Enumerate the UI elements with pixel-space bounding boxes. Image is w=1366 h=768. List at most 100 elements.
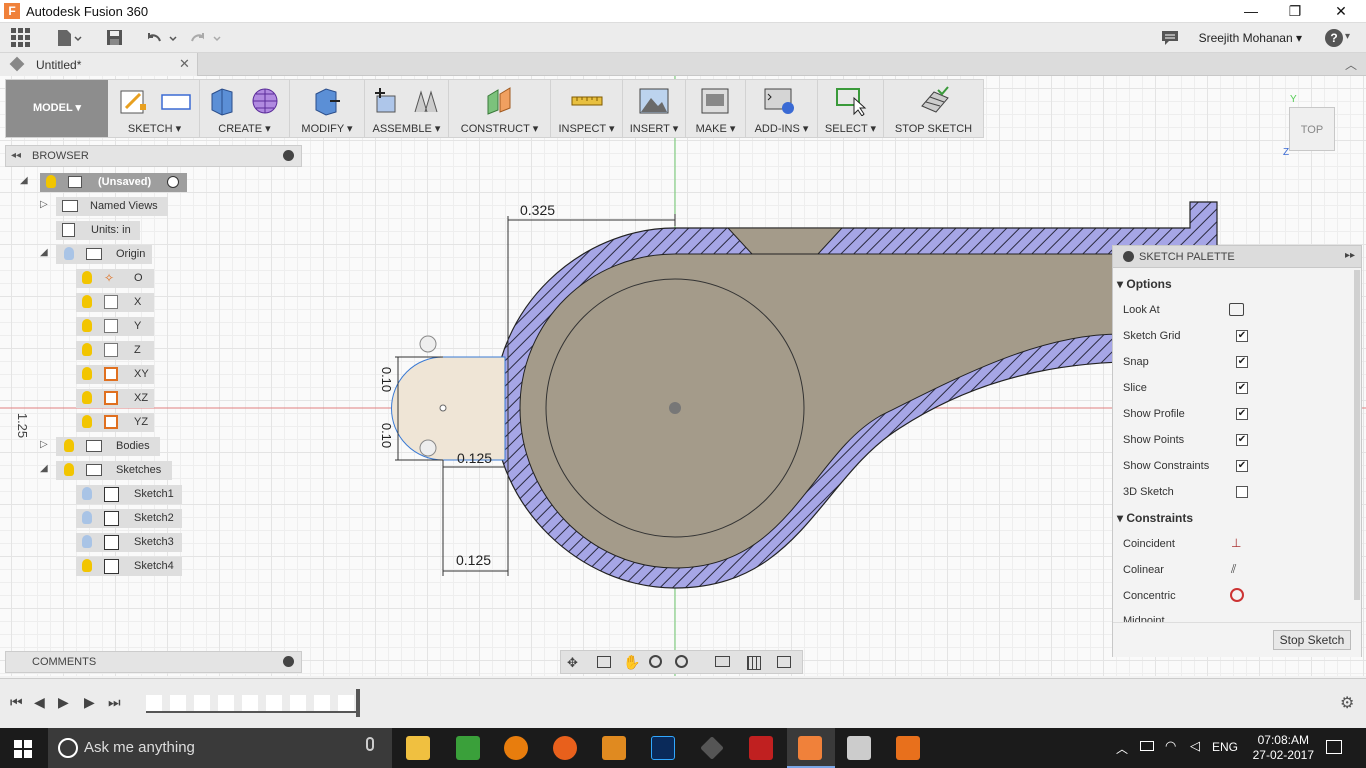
snap-checkbox[interactable]: ✔ xyxy=(1236,356,1248,368)
slice-checkbox[interactable]: ✔ xyxy=(1236,382,1248,394)
palette-minimize-icon[interactable] xyxy=(1123,251,1134,262)
sketch-menu[interactable]: SKETCH ▾ xyxy=(110,80,200,137)
step-back-icon[interactable]: ◀ xyxy=(34,694,45,711)
visibility-bulb-icon[interactable] xyxy=(82,559,92,572)
colinear-icon[interactable]: ⫽ xyxy=(1231,562,1236,577)
tree-row-z-axis[interactable]: Z xyxy=(0,339,300,361)
palette-scrollbar[interactable] xyxy=(1354,270,1360,600)
viewports-icon[interactable] xyxy=(777,656,791,668)
tree-row-xy-plane[interactable]: XY xyxy=(0,363,300,385)
red-app-icon[interactable] xyxy=(749,736,773,760)
concentric-icon[interactable] xyxy=(1230,588,1244,602)
visibility-bulb-icon[interactable] xyxy=(82,391,92,404)
timeline-settings-gear-icon[interactable]: ⚙ xyxy=(1340,693,1354,713)
extrude-icon[interactable] xyxy=(208,86,238,116)
tree-row-sketch3[interactable]: Sketch3 xyxy=(0,531,300,553)
visibility-bulb-icon[interactable] xyxy=(82,415,92,428)
create-sketch-icon[interactable] xyxy=(118,86,148,116)
timeline-marker[interactable] xyxy=(356,689,360,717)
browser-panel-header[interactable]: ◂◂ BROWSER xyxy=(5,145,302,167)
microphone-icon[interactable] xyxy=(366,737,374,751)
look-at-icon[interactable] xyxy=(597,656,611,668)
constraints-section-header[interactable]: ▾ Constraints xyxy=(1117,511,1193,525)
show-constraints-checkbox[interactable]: ✔ xyxy=(1236,460,1248,472)
inkscape-icon[interactable] xyxy=(700,736,724,760)
palette-expand-icon[interactable]: ▸▸ xyxy=(1345,250,1355,261)
tree-row-sketch4[interactable]: Sketch4 xyxy=(0,555,300,577)
activate-radio-icon[interactable] xyxy=(167,176,179,188)
firefox-icon[interactable] xyxy=(553,736,577,760)
tree-row-sketch2[interactable]: Sketch2 xyxy=(0,507,300,529)
show-profile-checkbox[interactable]: ✔ xyxy=(1236,408,1248,420)
help-dropdown-icon[interactable]: ▾ xyxy=(1345,31,1350,42)
file-menu-icon[interactable] xyxy=(56,29,82,52)
go-to-end-icon[interactable]: ⏭ xyxy=(108,694,121,711)
visibility-bulb-icon[interactable] xyxy=(46,175,56,188)
dimension-0-125-mid[interactable]: 0.125 xyxy=(457,450,492,466)
go-to-start-icon[interactable]: ⏮ xyxy=(10,694,23,711)
job-status-icon[interactable] xyxy=(1161,30,1179,49)
rounded-tip-profile[interactable] xyxy=(391,356,506,461)
expand-arrow-icon[interactable]: ▷ xyxy=(40,199,48,210)
visibility-bulb-icon[interactable] xyxy=(82,511,92,524)
stop-sketch-tool[interactable]: STOP SKETCH xyxy=(884,80,983,137)
options-section-header[interactable]: ▾ Options xyxy=(1117,277,1172,291)
visibility-bulb-icon[interactable] xyxy=(64,439,74,452)
coincident-icon[interactable]: ⊥ xyxy=(1231,536,1241,550)
offset-plane-icon[interactable] xyxy=(484,86,514,116)
show-points-checkbox[interactable]: ✔ xyxy=(1236,434,1248,446)
select-cursor-icon[interactable] xyxy=(836,86,867,117)
pan-hand-icon[interactable]: ✋ xyxy=(623,654,640,671)
visibility-bulb-icon[interactable] xyxy=(82,271,92,284)
visibility-bulb-icon[interactable] xyxy=(82,343,92,356)
tree-row-bodies[interactable]: ▷ Bodies xyxy=(0,435,300,457)
inspect-menu[interactable]: INSPECT ▾ xyxy=(551,80,623,137)
construct-menu[interactable]: CONSTRUCT ▾ xyxy=(449,80,551,137)
visibility-bulb-icon[interactable] xyxy=(82,295,92,308)
make-menu[interactable]: MAKE ▾ xyxy=(686,80,746,137)
add-ins-menu[interactable]: ADD-INS ▾ xyxy=(746,80,818,137)
undo-icon[interactable] xyxy=(146,29,178,52)
help-icon[interactable]: ? xyxy=(1325,29,1343,47)
stop-sketch-button[interactable]: Stop Sketch xyxy=(1273,630,1351,650)
dimension-0-325[interactable]: 0.325 xyxy=(520,202,555,218)
file-explorer-icon[interactable] xyxy=(406,736,430,760)
create-menu[interactable]: CREATE ▾ xyxy=(200,80,290,137)
volume-icon[interactable]: ◁ xyxy=(1190,738,1200,754)
look-at-icon[interactable] xyxy=(1229,303,1244,316)
insert-image-icon[interactable] xyxy=(639,86,669,116)
press-pull-icon[interactable] xyxy=(312,86,342,116)
tree-row-yz-plane[interactable]: YZ xyxy=(0,411,300,433)
display-settings-icon[interactable] xyxy=(715,656,730,667)
dimension-0-10-upper[interactable]: 0.10 xyxy=(379,367,394,392)
document-tab[interactable]: Untitled* ✕ xyxy=(0,53,198,76)
comments-panel-header[interactable]: COMMENTS xyxy=(5,651,302,673)
zoom-icon[interactable] xyxy=(649,655,662,668)
visibility-bulb-icon[interactable] xyxy=(82,535,92,548)
maximize-button[interactable]: ❐ xyxy=(1272,0,1318,23)
user-account-menu[interactable]: Sreejith Mohanan ▾ xyxy=(1199,31,1302,45)
tree-row-sketches[interactable]: ◢ Sketches xyxy=(0,459,300,481)
tree-row-unsaved[interactable]: ◢ (Unsaved) xyxy=(0,171,300,193)
taskbar-search-box[interactable]: Ask me anything xyxy=(48,728,392,768)
wifi-icon[interactable]: ◠ xyxy=(1165,738,1176,754)
tree-row-y-axis[interactable]: Y xyxy=(0,315,300,337)
tree-row-xz-plane[interactable]: XZ xyxy=(0,387,300,409)
expand-arrow-icon[interactable]: ◢ xyxy=(40,247,48,258)
tree-row-sketch1[interactable]: Sketch1 xyxy=(0,483,300,505)
input-language[interactable]: ENG xyxy=(1212,740,1238,754)
scripts-icon[interactable] xyxy=(764,86,794,116)
rectangle-icon[interactable] xyxy=(160,86,191,116)
collapse-browser-icon[interactable]: ◂◂ xyxy=(11,150,21,161)
battery-icon[interactable] xyxy=(1140,741,1154,751)
visibility-bulb-icon[interactable] xyxy=(82,367,92,380)
visibility-bulb-icon[interactable] xyxy=(82,487,92,500)
expand-arrow-icon[interactable]: ◢ xyxy=(20,175,28,186)
stop-sketch-icon[interactable] xyxy=(920,86,950,116)
data-panel-grid-icon[interactable] xyxy=(11,28,31,53)
play-icon[interactable]: ▶ xyxy=(84,694,95,711)
3d-sketch-checkbox[interactable] xyxy=(1236,486,1248,498)
form-icon[interactable] xyxy=(250,86,280,116)
photoshop-icon[interactable] xyxy=(651,736,675,760)
insert-menu[interactable]: INSERT ▾ xyxy=(623,80,686,137)
